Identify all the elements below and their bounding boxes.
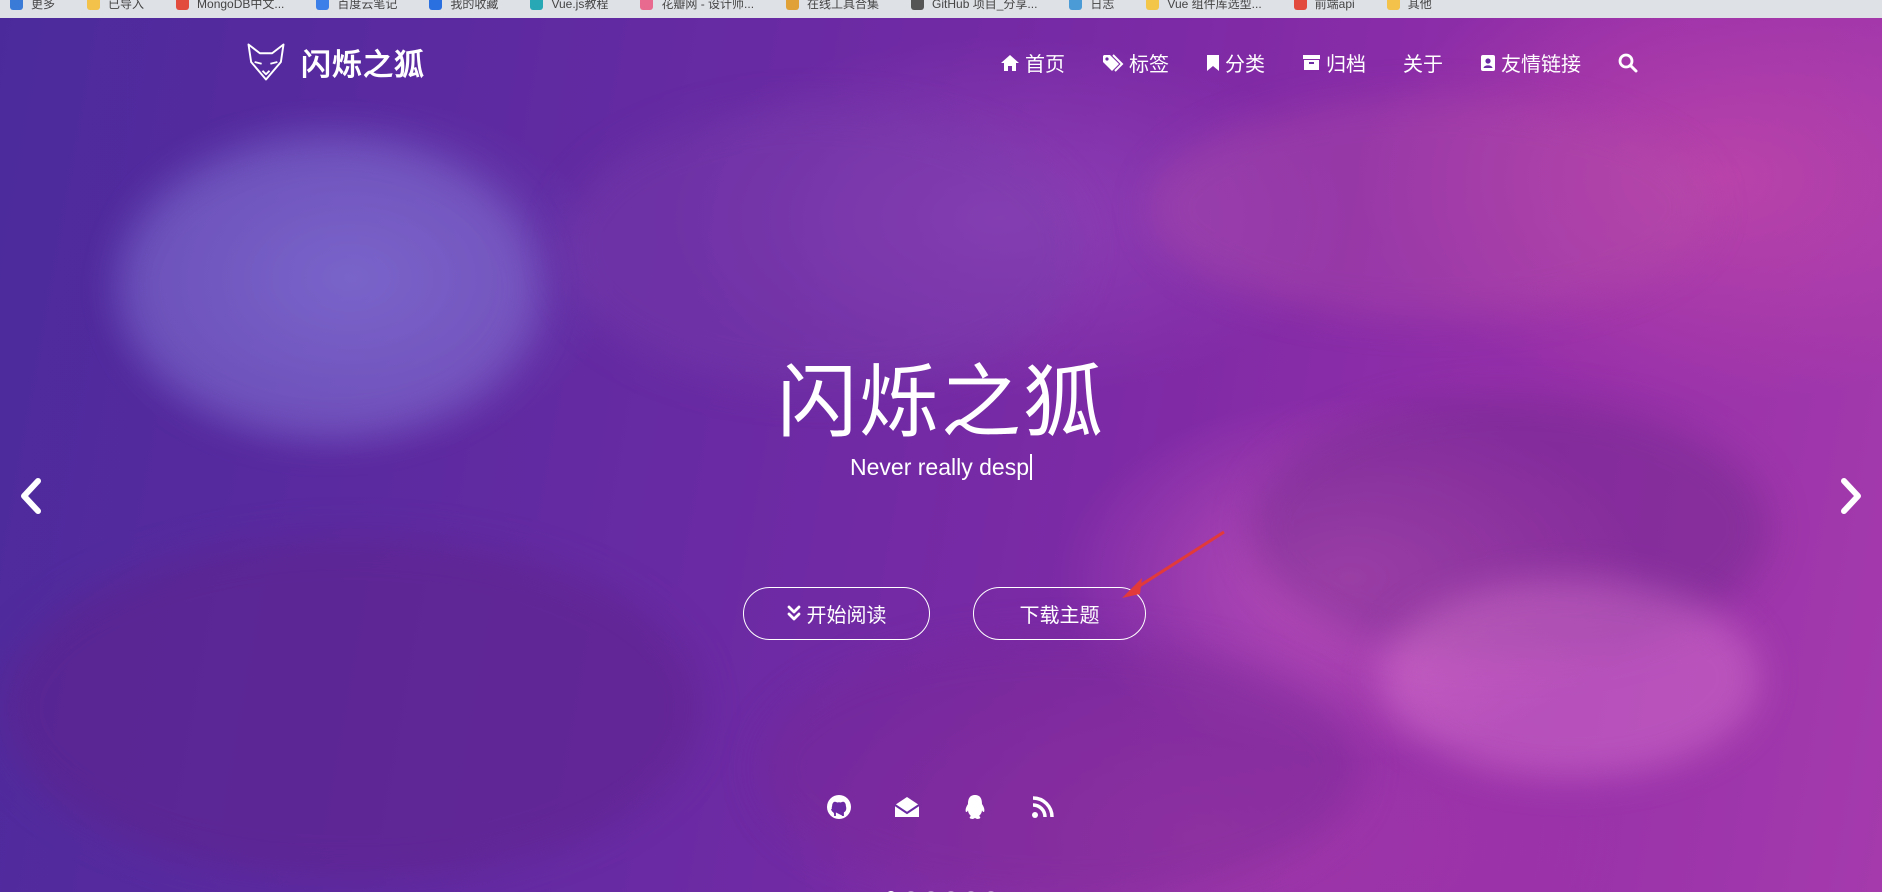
download-theme-label: 下载主题 [1019, 605, 1100, 627]
github-icon [827, 795, 851, 819]
bookmark-favicon-icon [176, 0, 190, 10]
bookmark-favicon-icon [786, 0, 800, 10]
site-brand[interactable]: 闪烁之狐 [245, 40, 425, 84]
qq-link[interactable] [958, 790, 992, 824]
nav-item-friends[interactable]: 友情链接 [1480, 48, 1581, 77]
github-link[interactable] [822, 790, 856, 824]
fox-logo-icon [247, 43, 285, 81]
bookmark-item[interactable]: 其他 [1377, 0, 1454, 12]
bookmark-favicon-icon [87, 0, 101, 10]
bookmark-item[interactable]: MongoDB中文... [166, 0, 306, 12]
nav-item-categories[interactable]: 分类 [1206, 48, 1265, 77]
bookmark-item[interactable]: Vue 组件库选型... [1136, 0, 1283, 12]
rss-link[interactable] [1026, 790, 1060, 824]
hero-subtitle-text: Never really desp [850, 454, 1029, 480]
rss-icon [1032, 796, 1054, 818]
cloud-decoration [0, 538, 700, 878]
bookmarks-bar: 更多 已导入 MongoDB中文... 百度云笔记 我的收藏 Vue.js教程 花瓣网 - … [0, 0, 1882, 18]
nav-item-archives[interactable]: 归档 [1302, 48, 1366, 77]
bookmark-item[interactable]: 日志 [1059, 0, 1136, 12]
double-chevron-down-icon [787, 605, 800, 620]
nav-label: 友情链接 [1501, 54, 1581, 76]
nav-label: 分类 [1225, 54, 1265, 76]
cloud-decoration [1150, 98, 1710, 318]
email-link[interactable] [890, 790, 924, 824]
bookmark-item[interactable]: 更多 [0, 0, 77, 12]
bookmark-label: Vue.js教程 [551, 0, 609, 11]
bookmark-favicon-icon [640, 0, 654, 10]
tags-icon [1103, 53, 1124, 72]
bookmark-favicon-icon [1146, 0, 1160, 10]
cloud-decoration [1380, 578, 1760, 778]
brand-name: 闪烁之狐 [301, 49, 425, 82]
address-card-icon [1481, 54, 1495, 71]
bookmark-favicon-icon [1293, 0, 1307, 10]
hero-banner: 闪烁之狐 首页 标签 分类 归档 关于 友情链接 闪烁之狐 Never real… [0, 18, 1882, 892]
bookmark-label: MongoDB中文... [197, 0, 285, 11]
bookmark-favicon-icon [530, 0, 544, 10]
hero-subtitle: Never really desp [0, 454, 1882, 481]
bookmark-label: 前端api [1314, 0, 1355, 11]
cloud-decoration [760, 638, 1360, 892]
main-nav: 首页 标签 分类 归档 关于 友情链接 [1000, 48, 1638, 77]
bookmark-favicon-icon [1069, 0, 1083, 10]
bookmark-item[interactable]: 在线工具合集 [776, 0, 901, 12]
bookmark-label: 在线工具合集 [807, 0, 880, 11]
search-icon [1618, 53, 1638, 72]
nav-label: 首页 [1025, 54, 1065, 76]
carousel-next-icon[interactable] [1838, 478, 1864, 514]
bookmark-item[interactable]: 已导入 [77, 0, 166, 12]
bookmark-label: 已导入 [108, 0, 145, 11]
bookmark-favicon-icon [10, 0, 23, 10]
bookmark-item[interactable]: 前端api [1284, 0, 1377, 12]
email-icon [894, 797, 920, 817]
nav-label: 关于 [1403, 54, 1443, 76]
bookmark-label: 百度云笔记 [337, 0, 398, 11]
search-button[interactable] [1618, 53, 1638, 73]
annotation-arrow-icon [1122, 530, 1225, 598]
hero-title: 闪烁之狐 [777, 358, 1105, 447]
social-links [0, 790, 1882, 824]
bookmark-item[interactable]: 百度云笔记 [306, 0, 419, 12]
nav-item-home[interactable]: 首页 [1000, 48, 1065, 77]
bookmark-label: Vue 组件库选型... [1167, 0, 1262, 11]
bookmark-label: 日志 [1090, 0, 1115, 11]
bookmark-item[interactable]: 我的收藏 [419, 0, 520, 12]
bookmark-favicon-icon [1386, 0, 1400, 10]
nav-item-about[interactable]: 关于 [1403, 48, 1443, 77]
bookmark-label: 其他 [1407, 0, 1432, 11]
start-reading-button[interactable]: 开始阅读 [743, 587, 930, 640]
carousel-prev-icon[interactable] [18, 478, 44, 514]
qq-icon [965, 795, 985, 819]
typing-caret [1029, 454, 1032, 480]
nav-item-tags[interactable]: 标签 [1102, 48, 1169, 77]
bookmark-favicon-icon [429, 0, 443, 10]
bookmark-item[interactable]: 花瓣网 - 设计师... [630, 0, 776, 12]
nav-label: 标签 [1129, 54, 1169, 76]
bookmark-item[interactable]: GitHub 项目_分享... [901, 0, 1059, 12]
bookmark-favicon-icon [316, 0, 330, 10]
home-icon [1001, 54, 1019, 71]
bookmark-label: 我的收藏 [450, 0, 499, 11]
bookmark-label: 花瓣网 - 设计师... [661, 0, 755, 11]
bookmark-favicon-icon [911, 0, 925, 10]
bookmark-label: GitHub 项目_分享... [932, 0, 1038, 11]
bookmark-item[interactable]: Vue.js教程 [520, 0, 630, 12]
nav-label: 归档 [1326, 54, 1366, 76]
start-reading-label: 开始阅读 [806, 605, 887, 627]
bookmark-label: 更多 [31, 0, 56, 11]
archive-icon [1303, 55, 1320, 70]
bookmark-icon [1207, 54, 1219, 71]
